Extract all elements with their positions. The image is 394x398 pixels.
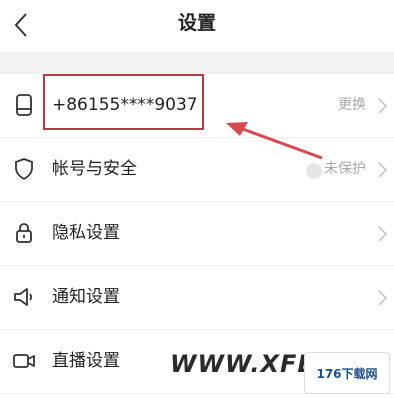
privacy-settings-label: 隐私设置 (52, 223, 120, 243)
chevron-right-icon (378, 290, 388, 306)
speaker-icon (14, 288, 33, 306)
notification-settings-label: 通知设置 (52, 287, 120, 307)
account-security-label: 帐号与安全 (52, 159, 137, 179)
phone-icon (16, 94, 32, 116)
page-title: 设置 (177, 12, 216, 34)
chevron-right-icon (378, 226, 388, 242)
protection-status: 未保护 (324, 161, 366, 177)
video-camera-icon (13, 354, 35, 368)
change-label: 更换 (338, 97, 366, 113)
highlight-box (43, 74, 204, 130)
section-divider (0, 52, 394, 74)
chevron-right-icon (378, 98, 388, 114)
privacy-settings-row[interactable]: 隐私设置 (0, 202, 394, 266)
chevron-right-icon (378, 162, 388, 178)
protection-status-dot (306, 163, 322, 179)
account-security-row[interactable]: 帐号与安全 未保护 (0, 138, 394, 202)
notification-settings-row[interactable]: 通知设置 (0, 266, 394, 330)
lock-icon (16, 223, 32, 243)
shield-icon (15, 158, 33, 181)
live-settings-label: 直播设置 (52, 351, 120, 371)
watermark-logo: 176下载网 (304, 352, 390, 394)
top-bar: 设置 (0, 0, 394, 52)
